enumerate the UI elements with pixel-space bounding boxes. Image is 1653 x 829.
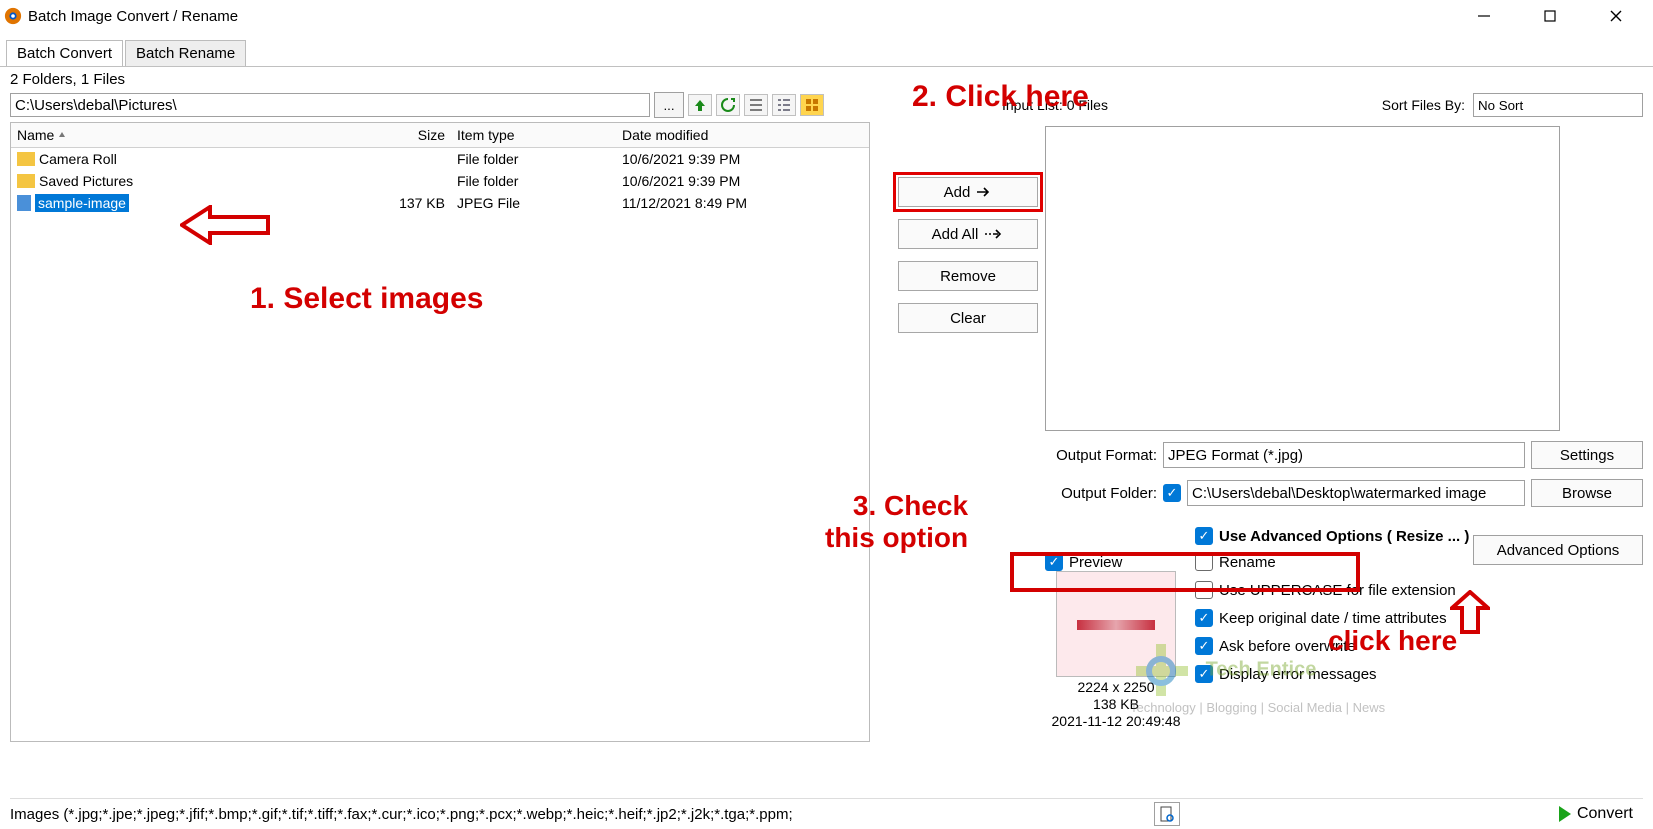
file-row[interactable]: sample-image 137 KB JPEG File 11/12/2021… — [11, 192, 869, 214]
file-filter-text: Images (*.jpg;*.jpe;*.jpeg;*.jfif;*.bmp;… — [10, 806, 793, 823]
view-details-icon[interactable] — [772, 94, 796, 116]
file-name: Saved Pictures — [39, 173, 133, 189]
preview-page-icon[interactable] — [1154, 802, 1180, 826]
keepdate-checkbox[interactable]: ✓ — [1195, 609, 1213, 627]
file-date: 10/6/2021 9:39 PM — [616, 151, 869, 167]
settings-button[interactable]: Settings — [1531, 441, 1643, 469]
file-date: 11/12/2021 8:49 PM — [616, 195, 869, 211]
annotation-1: 1. Select images — [250, 282, 483, 316]
folder-summary: 2 Folders, 1 Files — [0, 67, 1653, 92]
output-folder-checkbox[interactable]: ✓ — [1163, 484, 1181, 502]
annotation-arrow-up — [1450, 590, 1490, 637]
folder-icon — [17, 174, 35, 188]
up-folder-icon[interactable] — [688, 94, 712, 116]
file-date: 10/6/2021 9:39 PM — [616, 173, 869, 189]
askoverwrite-checkbox[interactable]: ✓ — [1195, 637, 1213, 655]
preview-dims: 2224 x 2250 — [1052, 679, 1181, 696]
input-list[interactable] — [1045, 126, 1560, 431]
view-list-icon[interactable] — [744, 94, 768, 116]
output-folder-label: Output Folder: — [1045, 485, 1157, 502]
convert-button[interactable]: Convert — [1549, 801, 1643, 827]
preview-size: 138 KB — [1052, 696, 1181, 713]
file-icon — [17, 195, 31, 211]
file-row[interactable]: Camera Roll File folder 10/6/2021 9:39 P… — [11, 148, 869, 170]
window-title: Batch Image Convert / Rename — [28, 8, 238, 25]
use-advanced-label: Use Advanced Options ( Resize ... ) — [1219, 528, 1469, 545]
preview-date: 2021-11-12 20:49:48 — [1052, 713, 1181, 730]
browse-button[interactable]: Browse — [1531, 479, 1643, 507]
annotation-3: 3. Check this option — [825, 490, 968, 554]
maximize-button[interactable] — [1527, 1, 1573, 31]
add-all-button[interactable]: Add All — [898, 219, 1038, 249]
annotation-2: 2. Click here — [912, 80, 1089, 114]
col-date[interactable]: Date modified — [616, 123, 869, 147]
tab-bar: Batch Convert Batch Rename — [0, 40, 1653, 67]
view-thumbs-icon[interactable] — [800, 94, 824, 116]
close-button[interactable] — [1593, 1, 1639, 31]
keepdate-label: Keep original date / time attributes — [1219, 610, 1447, 627]
file-name: sample-image — [35, 194, 129, 212]
annotation-arrow-left — [180, 205, 270, 248]
folder-icon — [17, 152, 35, 166]
file-type: File folder — [451, 151, 616, 167]
arrow-right-icon — [976, 186, 992, 198]
output-folder-input[interactable] — [1187, 480, 1525, 506]
path-input[interactable] — [10, 93, 650, 117]
output-format-select[interactable] — [1163, 442, 1525, 468]
displayerrors-label: Display error messages — [1219, 666, 1377, 683]
displayerrors-checkbox[interactable]: ✓ — [1195, 665, 1213, 683]
arrow-multi-right-icon — [984, 228, 1004, 240]
file-type: File folder — [451, 173, 616, 189]
clear-button[interactable]: Clear — [898, 303, 1038, 333]
app-icon — [4, 7, 22, 25]
col-size[interactable]: Size — [391, 123, 451, 147]
minimize-button[interactable] — [1461, 1, 1507, 31]
refresh-icon[interactable] — [716, 94, 740, 116]
tab-batch-convert[interactable]: Batch Convert — [6, 40, 123, 66]
sort-asc-icon — [58, 131, 66, 139]
play-icon — [1559, 806, 1571, 822]
browse-path-button[interactable]: ... — [654, 92, 684, 118]
use-advanced-checkbox[interactable]: ✓ — [1195, 527, 1213, 545]
add-button[interactable]: Add — [898, 177, 1038, 207]
tab-batch-rename[interactable]: Batch Rename — [125, 40, 246, 66]
annotation-4: click here — [1328, 625, 1457, 657]
file-row[interactable]: Saved Pictures File folder 10/6/2021 9:3… — [11, 170, 869, 192]
col-type[interactable]: Item type — [451, 123, 616, 147]
remove-button[interactable]: Remove — [898, 261, 1038, 291]
annotation-box — [1010, 552, 1360, 592]
file-browser: Name Size Item type Date modified Camera… — [10, 122, 870, 742]
col-name[interactable]: Name — [11, 123, 391, 147]
file-type: JPEG File — [451, 195, 616, 211]
title-bar: Batch Image Convert / Rename — [0, 0, 1653, 32]
file-size: 137 KB — [391, 195, 451, 211]
output-format-label: Output Format: — [1045, 447, 1157, 464]
file-name: Camera Roll — [39, 151, 117, 167]
sort-label: Sort Files By: — [1382, 97, 1465, 113]
sort-select[interactable] — [1473, 93, 1643, 117]
